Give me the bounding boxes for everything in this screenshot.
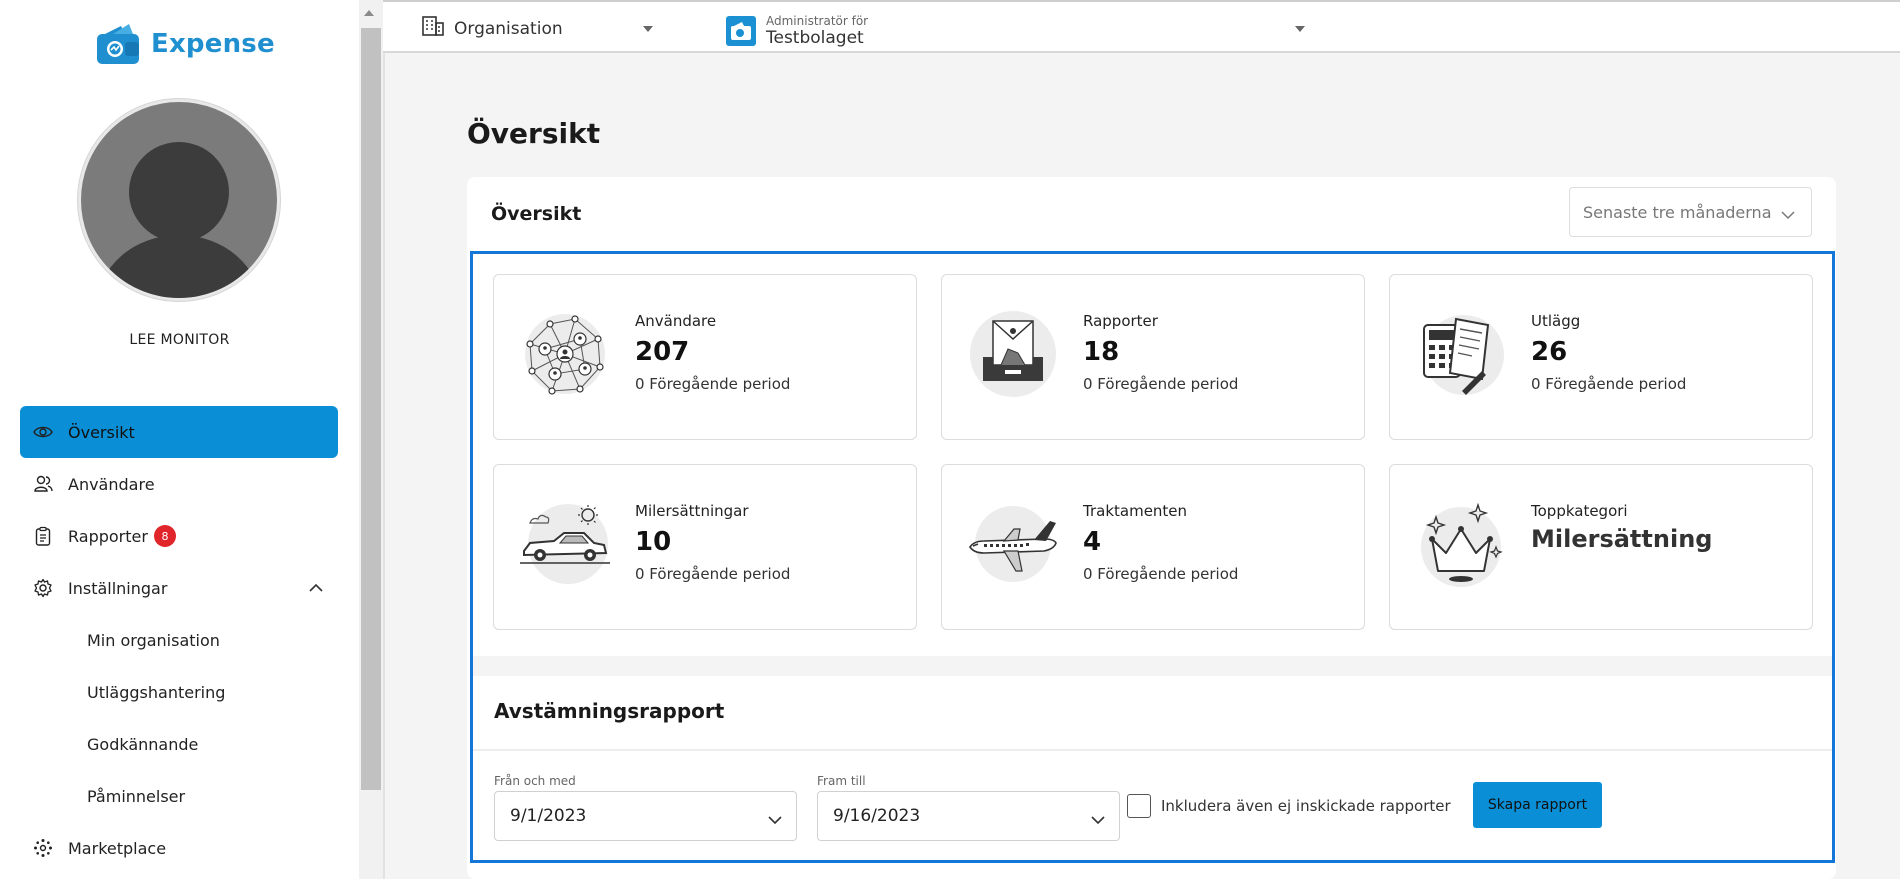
stat-previous-period: 0 Föregående period: [1083, 565, 1239, 583]
page-title: Översikt: [467, 117, 601, 150]
avatar: [78, 99, 280, 301]
sidebar-item-oversikt[interactable]: Översikt: [20, 406, 338, 458]
sidebar-subitem-godkannande[interactable]: Godkännande: [20, 718, 338, 770]
admin-company-name: Testbolaget: [766, 28, 864, 48]
from-date-value: 9/1/2023: [510, 806, 587, 826]
stat-previous-period: 0 Föregående period: [635, 375, 791, 393]
sidebar-item-label: Marketplace: [68, 838, 167, 858]
organisation-selector[interactable]: Organisation: [422, 16, 563, 41]
sidebar-item-label: Inställningar: [68, 578, 168, 598]
stat-value: 18: [1083, 337, 1120, 367]
from-date-input[interactable]: 9/1/2023: [494, 791, 797, 841]
to-date-input[interactable]: 9/16/2023: [817, 791, 1120, 841]
stat-label: Rapporter: [1083, 312, 1158, 330]
stat-label: Toppkategori: [1531, 502, 1628, 520]
user-name: LEE MONITOR: [129, 332, 230, 348]
period-select-value: Senaste tre månaderna: [1583, 202, 1772, 222]
section-divider: [473, 656, 1832, 676]
stat-label: Traktamenten: [1083, 502, 1188, 520]
stat-card-milersattningar[interactable]: Milersättningar 10 0 Föregående period: [493, 464, 917, 630]
sidebar-item-anvandare[interactable]: Användare: [20, 458, 338, 510]
to-date-value: 9/16/2023: [833, 806, 921, 826]
app-logo[interactable]: Expense: [95, 22, 275, 66]
to-date-label: Fram till: [817, 774, 866, 788]
airplane-icon: [969, 506, 1057, 582]
include-unsubmitted-label: Inkludera även ej inskickade rapporter: [1161, 797, 1451, 815]
card-title: Översikt: [491, 203, 582, 225]
chevron-down-icon: [1781, 205, 1795, 224]
calculator-receipt-icon: [1423, 315, 1504, 395]
app-name: Expense: [151, 29, 275, 59]
stat-card-utlagg[interactable]: Utlägg 26 0 Föregående period: [1389, 274, 1813, 440]
stat-label: Användare: [635, 312, 717, 330]
main-content: Översikt Översikt Senaste tre månaderna: [383, 53, 1900, 879]
admin-caption: Administratör för: [766, 14, 869, 28]
from-date-label: Från och med: [494, 774, 576, 788]
car-icon: [520, 504, 610, 584]
divider: [473, 749, 1832, 751]
stat-value: 207: [635, 337, 690, 367]
scroll-up-arrow-icon[interactable]: [364, 10, 374, 16]
highlighted-region: Användare 207 0 Föregående period Rappor…: [470, 251, 1835, 863]
chevron-down-icon: [768, 810, 782, 830]
sidebar-item-installningar[interactable]: Inställningar: [20, 562, 338, 614]
notification-badge: 8: [153, 525, 176, 547]
caret-down-icon[interactable]: [1295, 26, 1305, 32]
wallet-logo-icon: [97, 24, 139, 64]
sidebar-item-label: Rapporter: [68, 526, 148, 546]
stat-value: 10: [635, 527, 672, 557]
chevron-up-icon[interactable]: [308, 578, 324, 597]
stat-label: Utlägg: [1531, 312, 1581, 330]
caret-down-icon[interactable]: [643, 26, 653, 32]
stat-value: Milersättning: [1531, 525, 1713, 553]
gear-icon: [32, 577, 54, 599]
stat-card-rapporter[interactable]: Rapporter 18 0 Föregående period: [941, 274, 1365, 440]
organisation-label: Organisation: [454, 18, 563, 39]
include-unsubmitted-checkbox[interactable]: [1127, 794, 1151, 818]
sidebar-item-rapporter[interactable]: Rapporter 8: [20, 510, 338, 562]
top-bar: Organisation Administratör för Testbolag…: [383, 0, 1900, 53]
eye-icon: [32, 421, 54, 443]
report-tray-icon: [970, 311, 1056, 397]
stat-card-traktamenten[interactable]: Traktamenten 4 0 Föregående period: [941, 464, 1365, 630]
sidebar-item-label: Användare: [68, 474, 155, 494]
stat-value: 4: [1083, 527, 1102, 557]
sidebar-subitem-utlaggshantering[interactable]: Utläggshantering: [20, 666, 338, 718]
chevron-down-icon: [1091, 810, 1105, 830]
company-logo-icon: [726, 16, 756, 46]
stats-grid: Användare 207 0 Föregående period Rappor…: [476, 257, 1829, 660]
clipboard-icon: [32, 525, 54, 547]
marketplace-icon: [32, 837, 54, 859]
crown-icon: [1421, 502, 1503, 587]
stat-label: Milersättningar: [635, 502, 749, 520]
include-unsubmitted-option[interactable]: Inkludera även ej inskickade rapporter: [1127, 794, 1451, 818]
overview-card: Översikt Senaste tre månaderna Användare…: [467, 177, 1836, 879]
create-report-button[interactable]: Skapa rapport: [1473, 782, 1602, 828]
stat-previous-period: 0 Föregående period: [1083, 375, 1239, 393]
user-silhouette-icon: [97, 142, 261, 298]
scrollbar-thumb[interactable]: [361, 28, 381, 790]
stat-previous-period: 0 Föregående period: [635, 565, 791, 583]
sidebar-subitem-paminnelser[interactable]: Påminnelser: [20, 770, 338, 822]
sidebar: Expense LEE MONITOR Översikt Användare R…: [0, 0, 359, 879]
section-title: Avstämningsrapport: [494, 699, 725, 723]
sidebar-item-label: Översikt: [68, 422, 135, 442]
stat-value: 26: [1531, 337, 1568, 367]
sidebar-nav: Översikt Användare Rapporter 8 Inställni…: [20, 406, 338, 874]
building-icon: [422, 16, 444, 41]
network-users-icon: [525, 314, 605, 395]
stat-card-anvandare[interactable]: Användare 207 0 Föregående period: [493, 274, 917, 440]
stat-previous-period: 0 Föregående period: [1531, 375, 1687, 393]
sidebar-item-marketplace[interactable]: Marketplace: [20, 822, 338, 874]
period-select[interactable]: Senaste tre månaderna: [1569, 187, 1812, 237]
sidebar-subitem-min-organisation[interactable]: Min organisation: [20, 614, 338, 666]
stat-card-toppkategori[interactable]: Toppkategori Milersättning: [1389, 464, 1813, 630]
admin-company-selector[interactable]: Administratör för Testbolaget: [726, 14, 868, 48]
users-icon: [32, 473, 54, 495]
